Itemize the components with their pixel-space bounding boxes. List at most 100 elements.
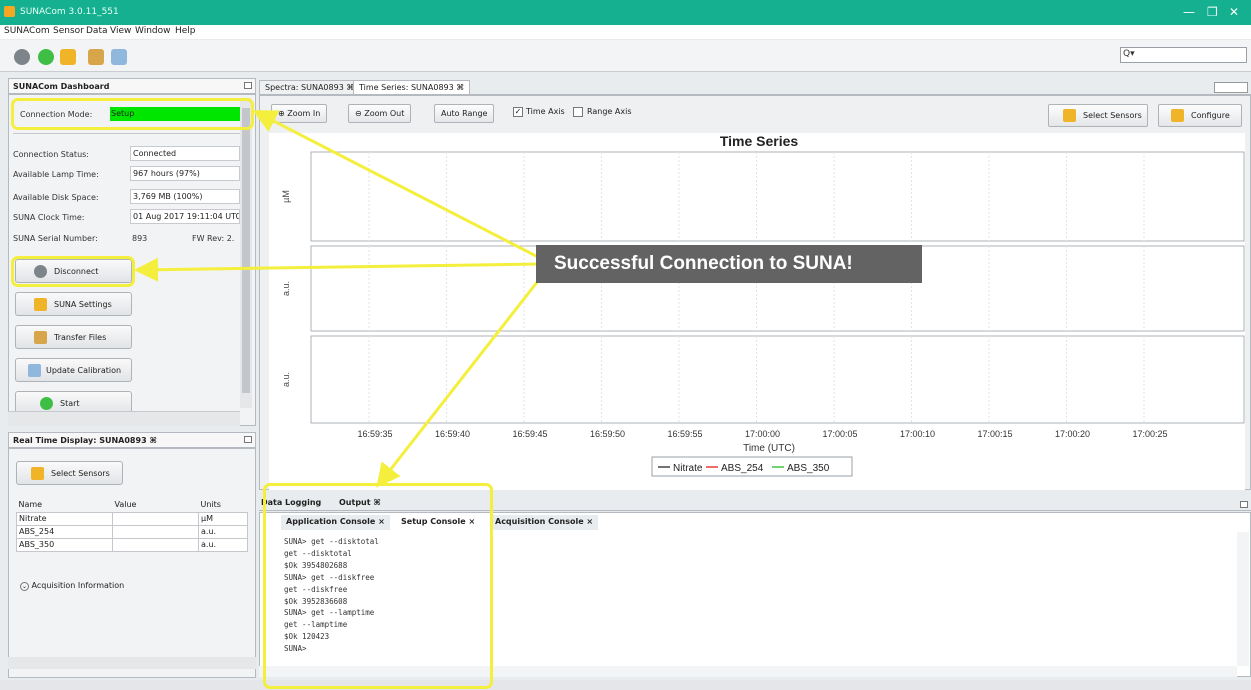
y-axis-label: a.u. [281, 281, 291, 296]
table-row[interactable]: Nitrate µM [16, 511, 248, 526]
maximize-button[interactable]: ❐ [1207, 5, 1218, 19]
minimize-realtime-button[interactable] [244, 436, 252, 443]
time-axis-label: Time Axis [526, 107, 565, 116]
serial-number-value: 893 [132, 234, 148, 243]
console-vertical-scrollbar[interactable] [1237, 532, 1249, 666]
tab-acquisition-console[interactable]: Acquisition Console × [490, 515, 599, 530]
transfer-files-button[interactable]: Transfer Files [15, 325, 132, 349]
update-calibration-button[interactable]: Update Calibration [15, 358, 132, 382]
time-series-chart: Time Series µM a.u. a.u. 16:59:35 16:59:40 1… [269, 133, 1245, 490]
transfer-icon[interactable] [88, 49, 104, 65]
zoom-in-button[interactable]: ⊕ Zoom In [271, 104, 328, 123]
connection-status-label: Connection Status: [13, 150, 89, 159]
editor-tabs: Spectra: SUNA0893 ⌘ Time Series: SUNA089… [259, 80, 1251, 95]
connect-icon[interactable] [14, 49, 30, 65]
select-sensors-chart-button[interactable]: Select Sensors [1048, 104, 1148, 127]
chart-title: Time Series [720, 133, 799, 149]
table-row[interactable]: ABS_350 a.u. [16, 537, 248, 552]
chart-legend: Nitrate ABS_254 ABS_350 [651, 456, 853, 477]
menu-sensor[interactable]: Sensor [53, 26, 84, 36]
menu-view[interactable]: View [110, 26, 131, 36]
x-tick-label: 17:00:20 [1055, 429, 1090, 439]
menu-help[interactable]: Help [175, 26, 196, 36]
main-toolbar [0, 40, 1251, 72]
column-header-units: Units [198, 497, 248, 512]
range-axis-checkbox[interactable] [573, 107, 583, 117]
menu-bar: SUNACom Sensor Data View Window Help [0, 25, 1251, 39]
zoom-out-icon: ⊖ [355, 109, 365, 118]
suna-settings-button[interactable]: SUNA Settings [15, 292, 132, 316]
tools-icon [34, 298, 47, 311]
scroll-thumb[interactable] [242, 108, 250, 393]
menu-window[interactable]: Window [135, 26, 171, 36]
divider [13, 133, 241, 134]
realtime-title: Real Time Display: SUNA0893 [13, 436, 147, 445]
realtime-header: Real Time Display: SUNA0893 ⌘ [8, 432, 256, 448]
close-tab-icon[interactable]: ⌘ [149, 436, 156, 445]
start-icon[interactable] [38, 49, 54, 65]
zoom-in-icon: ⊕ [278, 109, 288, 118]
x-tick-label: 17:00:05 [822, 429, 857, 439]
clock-time-label: SUNA Clock Time: [13, 213, 85, 222]
x-tick-label: 17:00:00 [745, 429, 780, 439]
x-tick-label: 17:00:15 [977, 429, 1012, 439]
close-button[interactable]: ✕ [1229, 5, 1239, 19]
subplot-frame [310, 151, 1245, 242]
acquisition-info-toggle[interactable]: ⌄ Acquisition Information [20, 581, 124, 591]
legend-entry: Nitrate [673, 463, 703, 474]
gear-icon [28, 364, 41, 377]
app-icon [4, 6, 15, 17]
title-bar: SUNACom 3.0.11_551 — ❐ ✕ [0, 0, 1251, 25]
legend-entry: ABS_350 [787, 463, 830, 474]
tools-icon [1063, 109, 1076, 122]
range-axis-label: Range Axis [587, 107, 632, 116]
dashboard-horizontal-scrollbar[interactable] [8, 411, 240, 426]
disconnect-highlight [11, 256, 135, 287]
table-row[interactable]: ABS_254 a.u. [16, 524, 248, 539]
minimize-panel-button[interactable] [244, 82, 252, 89]
x-tick-label: 16:59:50 [590, 429, 625, 439]
tools-icon [1171, 109, 1184, 122]
play-icon [40, 397, 53, 410]
disk-space-label: Available Disk Space: [13, 193, 99, 202]
configure-button[interactable]: Configure [1158, 104, 1242, 127]
dashboard-title: SUNACom Dashboard [13, 82, 110, 91]
minimize-button[interactable]: — [1183, 5, 1195, 19]
search-input[interactable]: Q▾ [1120, 47, 1247, 63]
search-icon: Q▾ [1123, 49, 1135, 59]
column-header-value: Value [112, 497, 199, 512]
x-tick-label: 17:00:25 [1132, 429, 1167, 439]
dashboard-header: SUNACom Dashboard [8, 78, 256, 94]
legend-entry: ABS_254 [721, 463, 764, 474]
clock-time-value: 01 Aug 2017 19:11:04 UTC [130, 209, 240, 224]
tab-nav-controls[interactable] [1214, 82, 1248, 93]
x-tick-label: 16:59:40 [435, 429, 470, 439]
disk-space-value: 3,769 MB (100%) [130, 189, 240, 204]
lamp-time-label: Available Lamp Time: [13, 170, 99, 179]
menu-data[interactable]: Data [86, 26, 108, 36]
settings-icon[interactable] [60, 49, 76, 65]
calibration-icon[interactable] [111, 49, 127, 65]
tab-spectra[interactable]: Spectra: SUNA0893 ⌘ [259, 80, 361, 95]
lamp-time-value: 967 hours (97%) [130, 166, 240, 181]
select-sensors-button[interactable]: Select Sensors [16, 461, 123, 485]
y-axis-label: a.u. [281, 372, 291, 387]
window-title: SUNACom 3.0.11_551 [20, 7, 119, 17]
connection-mode-highlight [11, 98, 254, 130]
y-axis-label: µM [281, 190, 291, 203]
serial-number-label: SUNA Serial Number: [13, 234, 98, 243]
menu-sunacom[interactable]: SUNACom [4, 26, 50, 36]
realtime-table: Name Value Units Nitrate µM ABS_254 a.u.… [16, 497, 248, 552]
realtime-horizontal-scrollbar[interactable] [8, 657, 256, 669]
tab-time-series[interactable]: Time Series: SUNA0893 ⌘ [353, 80, 471, 95]
x-tick-label: 16:59:55 [667, 429, 702, 439]
minimize-console-button[interactable] [1240, 501, 1248, 508]
zoom-out-button[interactable]: ⊖ Zoom Out [348, 104, 412, 123]
time-axis-checkbox[interactable]: ✓ [513, 107, 523, 117]
expand-icon: ⌄ [20, 582, 29, 591]
x-tick-label: 16:59:45 [512, 429, 547, 439]
auto-range-button[interactable]: Auto Range [434, 104, 495, 123]
console-highlight [263, 483, 493, 689]
dashboard-vertical-scrollbar[interactable] [240, 98, 252, 408]
fw-rev-value: FW Rev: 2. [192, 234, 235, 243]
